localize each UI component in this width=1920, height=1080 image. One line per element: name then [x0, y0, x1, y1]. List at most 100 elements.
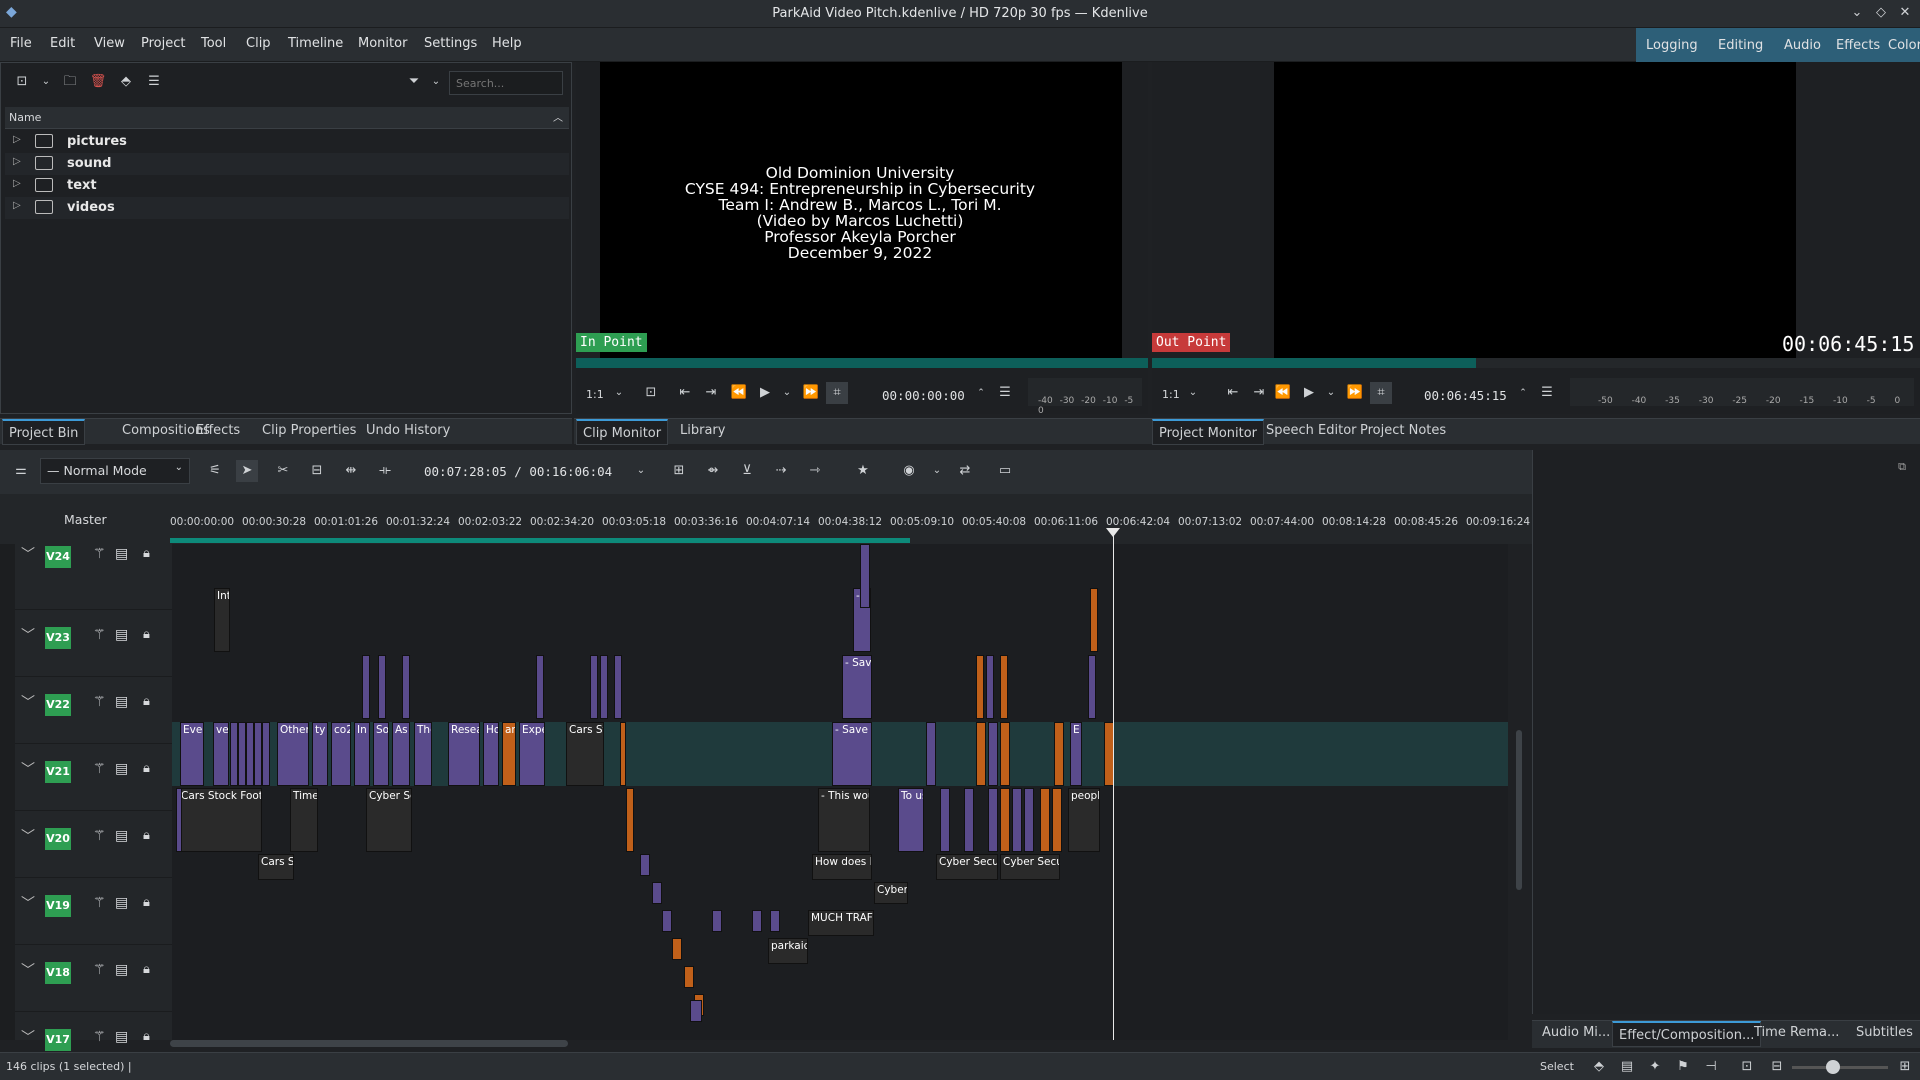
spin-icon[interactable]: ⌃ — [970, 382, 992, 404]
clip-monitor-ruler[interactable] — [576, 358, 1148, 368]
timeline-clip[interactable]: people Gauss — [1068, 788, 1100, 852]
timeline-clip[interactable] — [752, 910, 762, 932]
lock-icon[interactable]: 🔒︎ — [143, 1029, 150, 1044]
workspace-audio[interactable]: Audio — [1778, 36, 1827, 58]
effects-wand-icon[interactable]: ⚚ — [93, 694, 106, 710]
timeline-clip[interactable]: Time Gaus — [290, 788, 318, 852]
timeline-clip[interactable] — [176, 788, 182, 852]
tab-project-bin[interactable]: Project Bin — [2, 419, 86, 445]
workspace-color[interactable]: Color — [1882, 36, 1920, 58]
track-header[interactable]: ﹀ V20 ⚚ ▤ 🔒︎ — [15, 812, 172, 878]
effects-wand-icon[interactable]: ⚚ — [93, 828, 106, 844]
timeline-clip[interactable] — [672, 938, 682, 960]
film-strip-icon[interactable]: ▤ — [115, 1029, 128, 1045]
save-icon[interactable]: ▤ — [1616, 1056, 1638, 1078]
tab-clip-properties[interactable]: Clip Properties — [256, 423, 362, 438]
lift-icon[interactable]: ⇢ — [770, 460, 792, 482]
timeline-clip[interactable] — [640, 854, 650, 876]
timeline-clip[interactable] — [536, 655, 544, 719]
timeline-clip[interactable] — [988, 722, 998, 786]
timeline-clip[interactable]: E Fa — [1070, 722, 1082, 786]
collapse-track-icon[interactable]: ﹀ — [21, 893, 35, 913]
selection-tool-icon[interactable]: ➤ — [236, 460, 258, 482]
spacer-tool-icon[interactable]: ⊟ — [306, 460, 328, 482]
marker-icon[interactable]: ⚑ — [1672, 1056, 1694, 1078]
overwrite-icon[interactable]: ⊻ — [736, 460, 758, 482]
workspace-effects[interactable]: Effects — [1830, 36, 1886, 58]
track-settings-icon[interactable]: ⚌ — [10, 460, 32, 482]
tag-icon[interactable]: ⬘ — [115, 71, 137, 93]
timeline-clip[interactable]: ty Fac — [312, 722, 328, 786]
timeline-clip[interactable] — [600, 655, 608, 719]
zoom-in-icon[interactable]: ⊞ — [1894, 1056, 1916, 1078]
timeline-clip[interactable]: parkaid — [768, 938, 808, 964]
effects-wand-icon[interactable]: ⚚ — [93, 761, 106, 777]
effects-wand-icon[interactable]: ⚚ — [93, 962, 106, 978]
zoom-slider-handle[interactable] — [1826, 1060, 1840, 1074]
loop-zone-icon[interactable]: ⌗ — [826, 382, 848, 404]
bin-folder-pictures[interactable]: ▷ pictures — [5, 131, 569, 153]
timeline-clip[interactable] — [362, 655, 370, 719]
project-monitor-zoom[interactable]: 1:1 — [1162, 388, 1180, 401]
timeline-clip[interactable]: - Save Fade — [842, 655, 872, 719]
timeline-clip[interactable] — [1088, 655, 1096, 719]
menu-tool[interactable]: Tool — [201, 36, 226, 51]
collapse-track-icon[interactable]: ﹀ — [21, 544, 35, 564]
timeline-clip[interactable] — [652, 882, 662, 904]
track-name-badge[interactable]: V24 — [45, 546, 71, 568]
timeline-clip[interactable] — [230, 722, 238, 786]
timeline-clip[interactable] — [940, 788, 950, 852]
timeline-clip[interactable]: Cyber Secur — [1000, 854, 1060, 880]
timeline-clip[interactable] — [976, 722, 986, 786]
tab-speech-editor[interactable]: Speech Editor — [1260, 423, 1363, 438]
close-icon[interactable]: ✕ — [1896, 4, 1914, 22]
track-name-badge[interactable]: V20 — [45, 828, 71, 850]
lock-icon[interactable]: 🔒︎ — [143, 627, 150, 642]
timeline-clip[interactable] — [1052, 788, 1062, 852]
fit-icon[interactable]: ⊡ — [1736, 1056, 1758, 1078]
menu-clip[interactable]: Clip — [246, 36, 271, 51]
menu-timeline[interactable]: Timeline — [288, 36, 343, 51]
menu-view[interactable]: View — [94, 36, 125, 51]
folder-open-icon[interactable]: 🗀 — [59, 71, 81, 93]
playhead-marker-icon[interactable] — [1106, 528, 1120, 537]
timeline-clip[interactable]: The Fac — [414, 722, 432, 786]
timeline-clip[interactable]: To us Fade — [898, 788, 924, 852]
play-options-icon[interactable]: ⌄ — [1320, 382, 1342, 404]
timeline-clip[interactable] — [770, 910, 780, 932]
play-icon[interactable]: ▶ — [754, 382, 776, 404]
collapse-track-icon[interactable]: ﹀ — [21, 1027, 35, 1047]
timeline-clip[interactable]: co2 Fad — [331, 722, 351, 786]
clip-monitor-zoom[interactable]: 1:1 — [586, 388, 604, 401]
timeline-clip[interactable] — [684, 966, 694, 988]
monitor-menu-icon[interactable]: ☰ — [994, 382, 1016, 404]
timeline-clip[interactable] — [614, 655, 622, 719]
film-strip-icon[interactable]: ▤ — [115, 828, 128, 844]
film-strip-icon[interactable]: ▤ — [115, 895, 128, 911]
timeline-clip[interactable]: Other Fade i — [277, 722, 309, 786]
menu-settings[interactable]: Settings — [424, 36, 477, 51]
track-name-badge[interactable]: V22 — [45, 694, 71, 716]
collapse-track-icon[interactable]: ﹀ — [21, 826, 35, 846]
tab-project-monitor[interactable]: Project Monitor — [1152, 419, 1265, 445]
timeline-clip[interactable] — [860, 544, 870, 608]
timeline-clip[interactable]: So Fa — [373, 722, 389, 786]
timeline-clip[interactable] — [1040, 788, 1050, 852]
timeline-clip[interactable]: Cyber Se Gaussian — [366, 788, 412, 852]
monitor-menu-icon[interactable]: ☰ — [1536, 382, 1558, 404]
add-clip-icon[interactable]: ⊡ — [11, 71, 33, 93]
tab-audio-mixer[interactable]: Audio Mi... — [1536, 1025, 1616, 1040]
timeline-clip[interactable] — [976, 655, 984, 719]
timeline-clip[interactable]: MUCH TRAFF — [808, 910, 874, 936]
timeline-clip[interactable] — [1090, 588, 1098, 652]
tab-library[interactable]: Library — [674, 423, 731, 438]
collapse-track-icon[interactable]: ﹀ — [21, 759, 35, 779]
delete-icon[interactable]: 🗑 — [87, 71, 109, 93]
play-icon[interactable]: ▶ — [1298, 382, 1320, 404]
set-in-icon[interactable]: ⇤ — [1222, 382, 1244, 404]
timeline-clip[interactable] — [254, 722, 262, 786]
timeline-clip[interactable]: Cyber Secur — [936, 854, 998, 880]
spin-icon[interactable]: ⌃ — [1512, 382, 1534, 404]
track-name-badge[interactable]: V19 — [45, 895, 71, 917]
timeline-clip[interactable] — [690, 1000, 702, 1022]
